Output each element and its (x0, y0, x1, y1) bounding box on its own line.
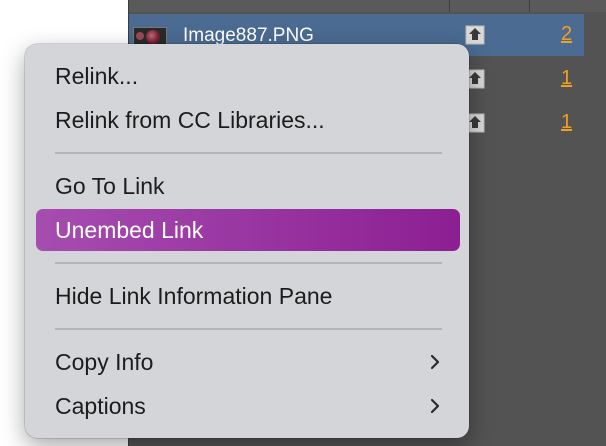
menu-item-label: Relink from CC Libraries... (55, 107, 325, 133)
column-divider (529, 0, 530, 12)
page-number-link[interactable]: 1 (561, 67, 572, 90)
menu-item-go-to-link[interactable]: Go To Link (36, 165, 460, 207)
menu-item-relink[interactable]: Relink... (36, 55, 460, 97)
menu-separator (55, 152, 442, 154)
context-menu: Relink... Relink from CC Libraries... Go… (25, 44, 469, 438)
menu-item-label: Captions (55, 393, 146, 419)
menu-item-label: Copy Info (55, 349, 154, 375)
menu-item-relink-cc-libraries[interactable]: Relink from CC Libraries... (36, 99, 460, 141)
menu-item-hide-link-info-pane[interactable]: Hide Link Information Pane (36, 275, 460, 317)
menu-item-label: Hide Link Information Pane (55, 283, 333, 309)
screen: Image887.PNG 2 1 1 Relink... Relink from… (0, 0, 606, 446)
page-number-link[interactable]: 1 (561, 111, 572, 134)
menu-item-captions[interactable]: Captions (36, 385, 460, 427)
menu-item-copy-info[interactable]: Copy Info (36, 341, 460, 383)
menu-separator (55, 328, 442, 330)
links-panel-header (129, 0, 606, 12)
chevron-right-icon (430, 354, 440, 370)
column-divider (449, 0, 450, 12)
link-thumbnail (133, 27, 167, 45)
menu-item-label: Go To Link (55, 173, 165, 199)
menu-item-unembed-link[interactable]: Unembed Link (36, 209, 460, 251)
menu-item-label: Unembed Link (55, 217, 204, 243)
menu-separator (55, 262, 442, 264)
page-number-link[interactable]: 2 (561, 23, 572, 46)
embedded-link-icon (465, 25, 485, 45)
menu-item-label: Relink... (55, 63, 139, 89)
chevron-right-icon (430, 398, 440, 414)
